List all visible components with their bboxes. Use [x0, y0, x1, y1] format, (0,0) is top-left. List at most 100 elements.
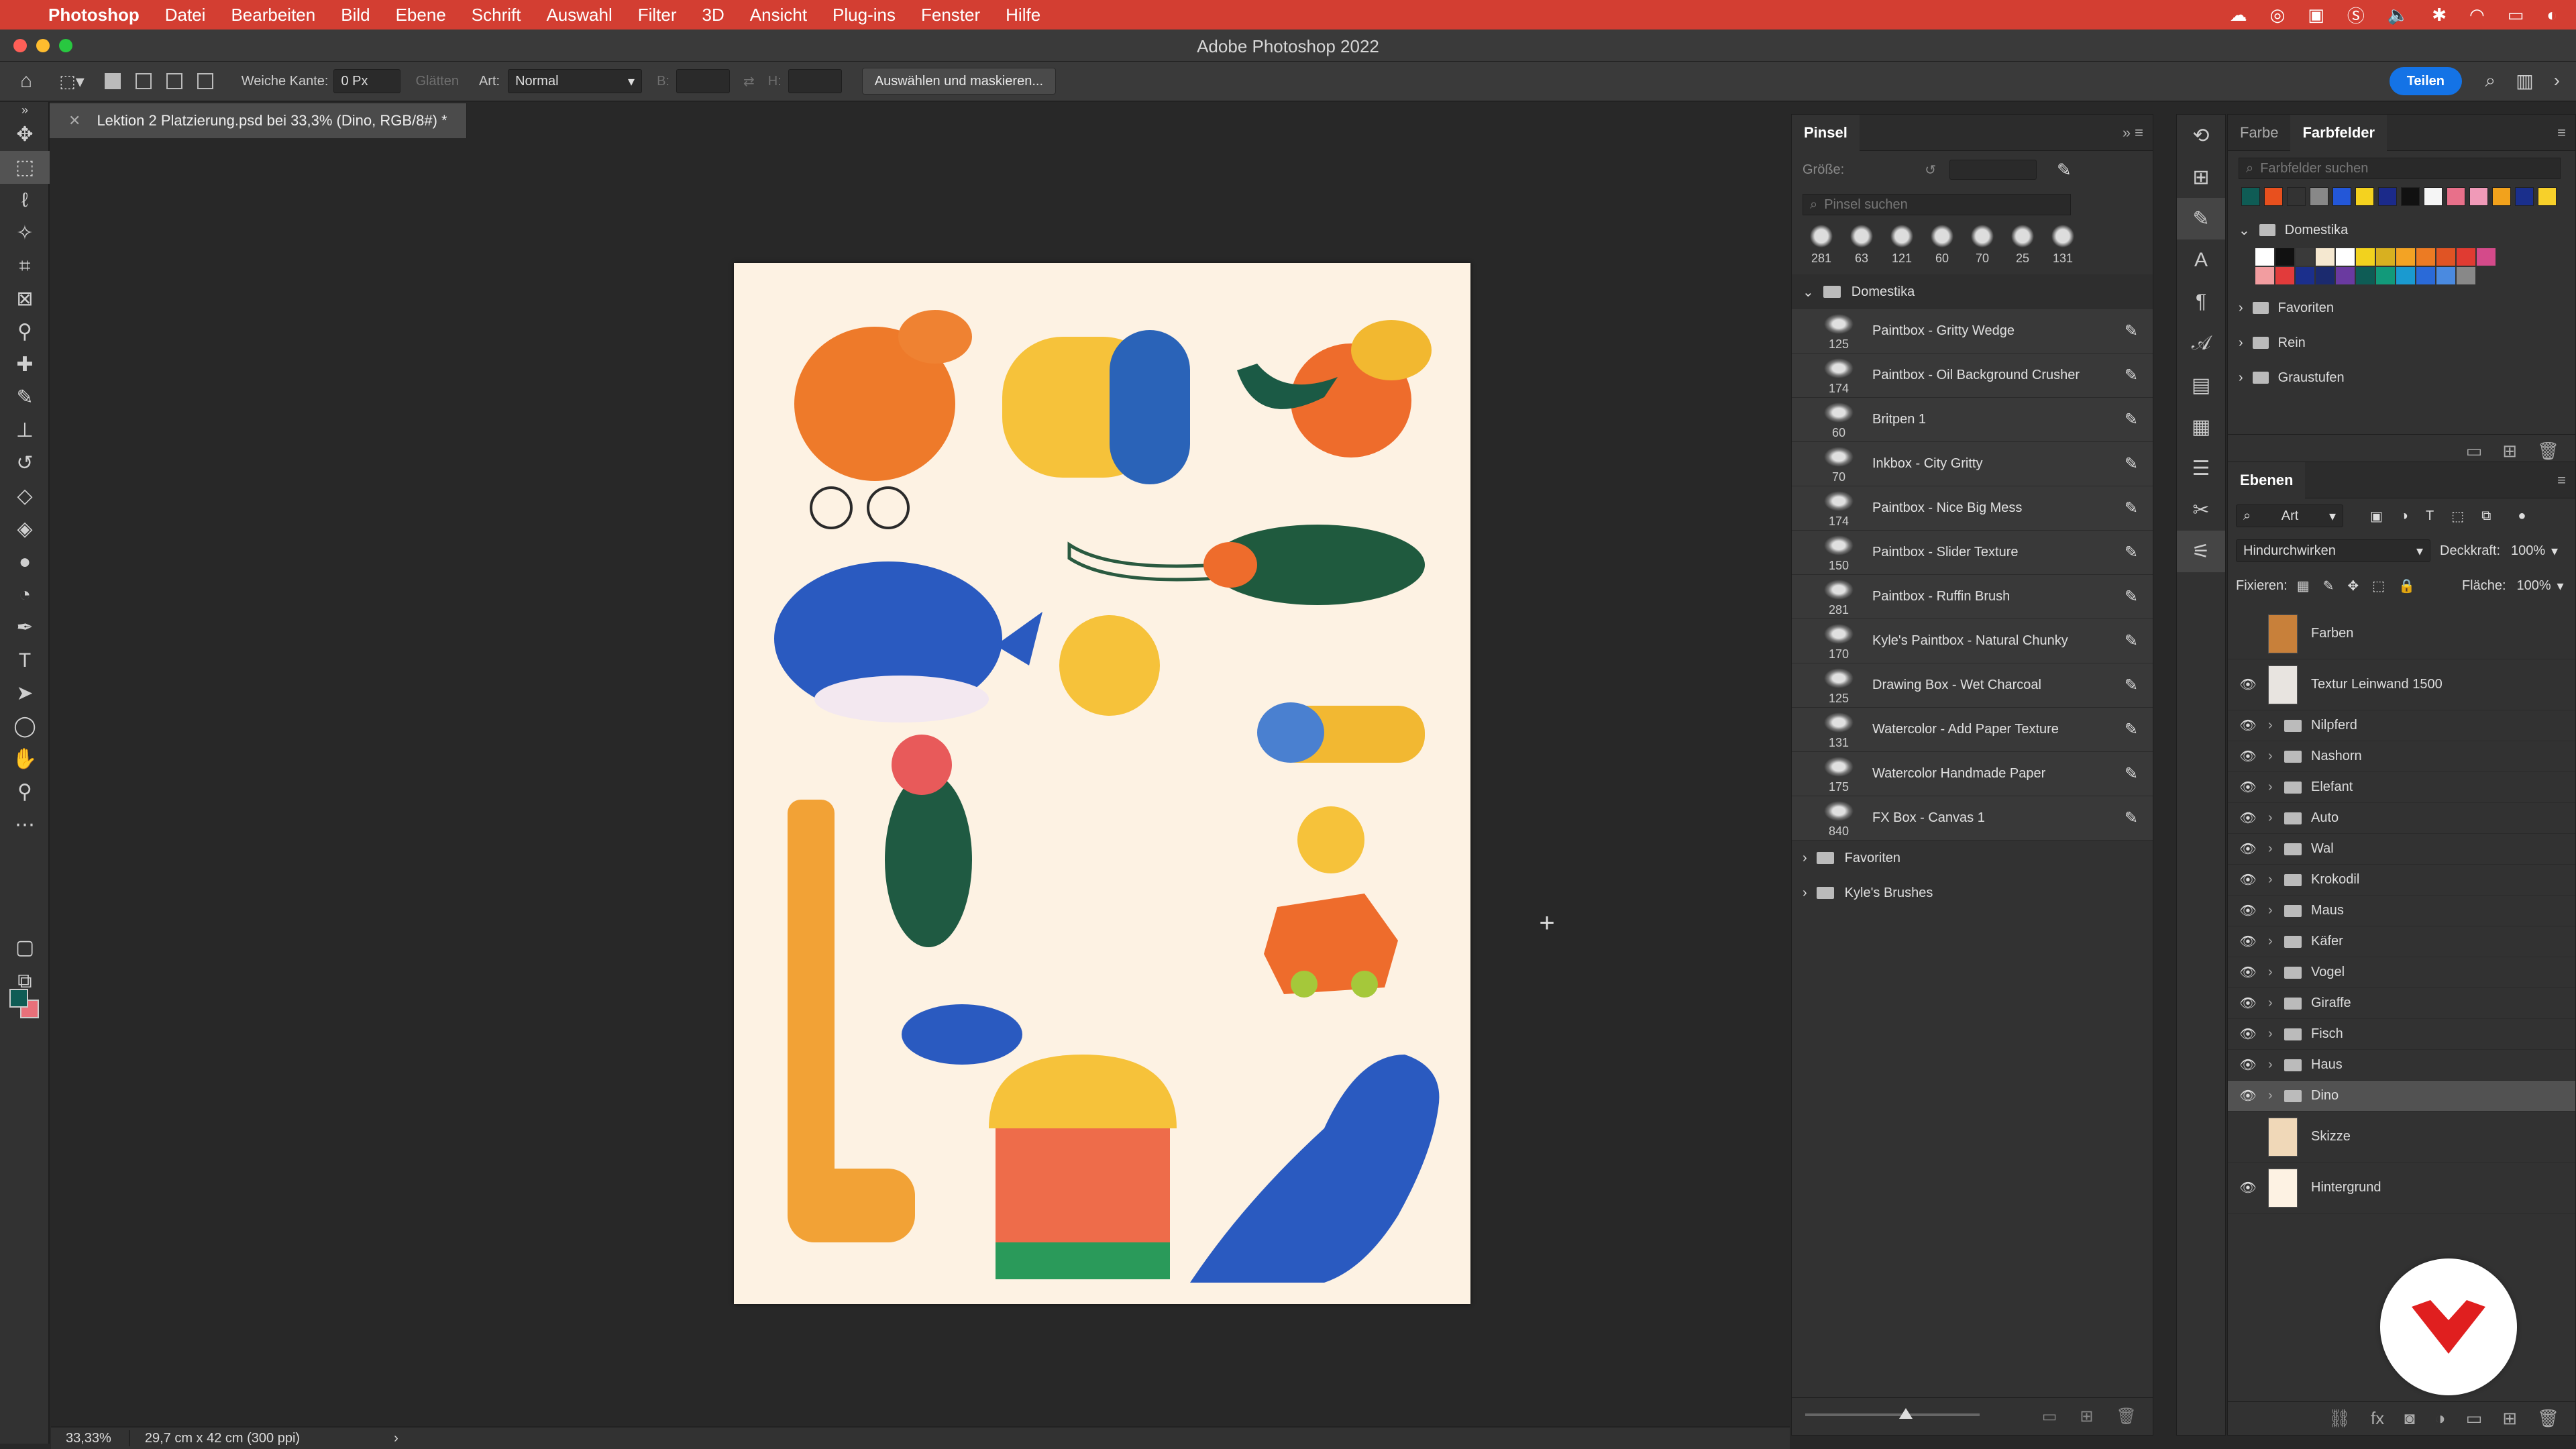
history-panel-icon[interactable]: ⟲ — [2177, 115, 2225, 156]
layer-row[interactable]: 👁 › Fisch — [2228, 1019, 2575, 1050]
chevron-right-icon[interactable]: › — [2239, 370, 2243, 386]
visibility-eye-icon[interactable]: 👁 — [2228, 717, 2268, 734]
brush-item[interactable]: 60 Britpen 1 ✎ — [1792, 398, 2153, 442]
chevron-right-icon[interactable]: › — [2268, 1026, 2284, 1042]
layer-row[interactable]: 👁 › Elefant — [2228, 772, 2575, 803]
quick-mask-icon[interactable]: ▢ — [0, 931, 50, 964]
paragraph-panel-icon[interactable]: ¶ — [2177, 281, 2225, 323]
chevron-down-icon[interactable]: ⌄ — [1803, 284, 1814, 301]
brush-item[interactable]: 125 Paintbox - Gritty Wedge ✎ — [1792, 309, 2153, 354]
visibility-eye-icon[interactable]: 👁 — [2228, 1087, 2268, 1104]
swatch-group-rein[interactable]: › Rein — [2228, 325, 2575, 360]
menu-datei[interactable]: Datei — [165, 5, 206, 25]
color-swatch[interactable] — [2255, 266, 2275, 285]
swap-icon[interactable]: ⇄ — [743, 73, 755, 90]
panel-menu-icon[interactable]: » ≡ — [2123, 124, 2143, 142]
menu-hilfe[interactable]: Hilfe — [1006, 5, 1040, 25]
visibility-eye-icon[interactable]: 👁 — [2228, 871, 2268, 888]
color-swatch[interactable] — [2424, 187, 2443, 206]
swatch-group-domestika[interactable]: ⌄ Domestika — [2228, 213, 2575, 248]
new-group-icon[interactable]: ▭ — [2042, 1407, 2057, 1426]
brush-item[interactable]: 131 Watercolor - Add Paper Texture ✎ — [1792, 708, 2153, 752]
subtract-selection-icon[interactable] — [166, 73, 182, 89]
search-icon[interactable]: ⌕ — [2485, 70, 2496, 92]
healing-brush-tool-icon[interactable]: ✚ — [0, 348, 50, 381]
brush-item[interactable]: 281 Paintbox - Ruffin Brush ✎ — [1792, 575, 2153, 619]
select-and-mask-button[interactable]: Auswählen und maskieren... — [861, 68, 1056, 95]
edit-brush-icon[interactable]: ✎ — [2125, 543, 2138, 562]
filter-toggle-icon[interactable]: ● — [2518, 508, 2526, 524]
creative-cloud-icon[interactable]: ☁ — [2230, 5, 2247, 25]
panel-menu-icon[interactable]: ≡ — [2557, 472, 2566, 489]
lock-image-icon[interactable]: ✎ — [2323, 578, 2334, 594]
visibility-eye-icon[interactable]: 👁 — [2228, 995, 2268, 1012]
color-swatch[interactable] — [2378, 187, 2397, 206]
dodge-tool-icon[interactable]: ◔ — [0, 578, 50, 611]
brush-item[interactable]: 175 Watercolor Handmade Paper ✎ — [1792, 752, 2153, 796]
color-swatch[interactable] — [2315, 266, 2335, 285]
chevron-right-icon[interactable]: › — [2268, 872, 2284, 888]
preset-brush[interactable]: 63 — [1841, 223, 1882, 272]
brush-item[interactable]: 150 Paintbox - Slider Texture ✎ — [1792, 531, 2153, 575]
collapse-icon[interactable]: » — [0, 102, 50, 118]
intersect-selection-icon[interactable] — [197, 73, 213, 89]
brush-item[interactable]: 840 FX Box - Canvas 1 ✎ — [1792, 796, 2153, 841]
lasso-tool-icon[interactable]: ℓ — [0, 184, 50, 217]
edit-brush-icon[interactable]: ✎ — [2125, 410, 2138, 429]
character-panel-icon[interactable]: A — [2177, 239, 2225, 281]
menu-ebene[interactable]: Ebene — [396, 5, 446, 25]
menu-ansicht[interactable]: Ansicht — [750, 5, 807, 25]
lock-all-icon[interactable]: 🔒 — [2398, 578, 2415, 594]
sliders-panel-icon[interactable]: ⚟ — [2177, 531, 2225, 572]
color-swatch[interactable] — [2416, 266, 2436, 285]
tab-pinsel[interactable]: Pinsel — [1792, 114, 1860, 151]
edit-brush-icon[interactable]: ✎ — [2125, 587, 2138, 606]
adjustment-layer-icon[interactable]: ◑ — [2435, 1408, 2446, 1429]
layer-row[interactable]: 👁 › Käfer — [2228, 926, 2575, 957]
preset-brush[interactable]: 60 — [1922, 223, 1962, 272]
edit-brush-icon[interactable]: ✎ — [2125, 676, 2138, 695]
edit-brush-icon[interactable]: ✎ — [2125, 498, 2138, 518]
add-mask-icon[interactable]: ◙ — [2404, 1408, 2415, 1429]
tab-farbe[interactable]: Farbe — [2228, 115, 2290, 151]
color-swatch[interactable] — [2275, 266, 2295, 285]
color-swatch[interactable] — [2335, 266, 2355, 285]
tools-panel-icon[interactable]: ✂ — [2177, 489, 2225, 531]
menu-app[interactable]: Photoshop — [48, 5, 140, 25]
color-swatch[interactable] — [2332, 187, 2351, 206]
workspace-icon[interactable]: ▥ — [2516, 70, 2533, 92]
color-swatch[interactable] — [2335, 248, 2355, 266]
layer-row[interactable]: 👁 Textur Leinwand 1500 — [2228, 659, 2575, 710]
swatch-group-graustufen[interactable]: › Graustufen — [2228, 360, 2575, 395]
new-swatch-icon[interactable]: ⊞ — [2502, 441, 2517, 462]
zoom-level[interactable]: 33,33% — [66, 1431, 111, 1446]
layer-row[interactable]: 👁 › Haus — [2228, 1050, 2575, 1081]
paint-bucket-tool-icon[interactable]: ◈ — [0, 513, 50, 545]
screen-mode-icon[interactable]: ⧉ — [0, 965, 50, 998]
layer-filter-select[interactable]: ⌕ Art ▾ — [2236, 504, 2343, 527]
color-swatch[interactable] — [2295, 248, 2315, 266]
layer-row[interactable]: 👁 › Krokodil — [2228, 865, 2575, 896]
layer-row[interactable]: 👁 › Nilpferd — [2228, 710, 2575, 741]
swatch-search-input[interactable]: ⌕ Farbfelder suchen — [2239, 158, 2561, 179]
ellipse-tool-icon[interactable]: ◯ — [0, 710, 50, 743]
reset-icon[interactable]: ↺ — [1925, 162, 1936, 178]
color-swatch[interactable] — [2287, 187, 2306, 206]
filter-smart-object-icon[interactable]: ⧉ — [2481, 508, 2491, 524]
document-tab[interactable]: ✕ Lektion 2 Platzierung.psd bei 33,3% (D… — [50, 103, 467, 138]
brush-item[interactable]: 174 Paintbox - Nice Big Mess ✎ — [1792, 486, 2153, 531]
visibility-eye-icon[interactable]: 👁 — [2228, 779, 2268, 796]
sync-icon[interactable]: ◎ — [2270, 5, 2286, 25]
brush-item[interactable]: 174 Paintbox - Oil Background Crusher ✎ — [1792, 354, 2153, 398]
layer-effects-icon[interactable]: fx — [2371, 1408, 2384, 1429]
chevron-right-icon[interactable]: › — [2268, 1057, 2284, 1073]
color-swatch[interactable] — [2396, 248, 2416, 266]
color-swatch[interactable] — [2476, 248, 2496, 266]
frame-tool-icon[interactable]: ⊠ — [0, 282, 50, 315]
bluetooth-icon[interactable]: ✱ — [2432, 5, 2447, 25]
layer-row[interactable]: 👁 › Maus — [2228, 896, 2575, 926]
slider-handle[interactable] — [1899, 1408, 1913, 1419]
color-swatch[interactable] — [2456, 266, 2476, 285]
color-swatch[interactable] — [2355, 248, 2375, 266]
properties-panel-icon[interactable]: ⊞ — [2177, 156, 2225, 198]
